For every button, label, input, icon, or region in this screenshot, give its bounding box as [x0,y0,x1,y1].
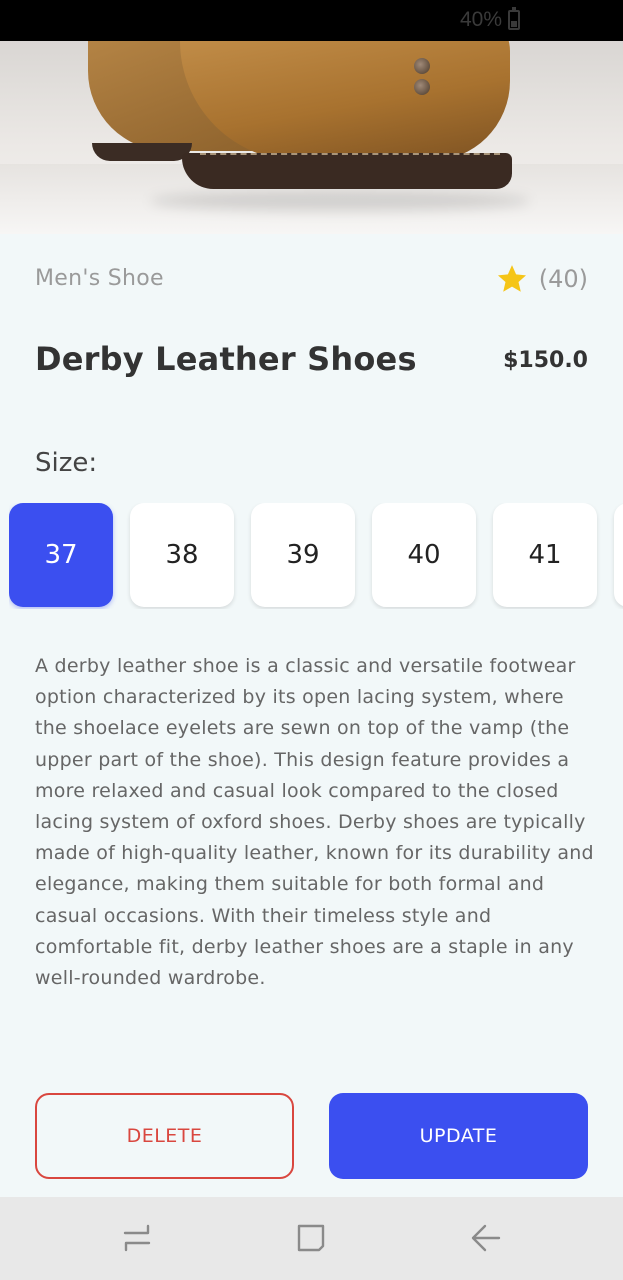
home-icon[interactable] [294,1221,328,1255]
size-option-next[interactable] [614,503,623,607]
system-navigation-bar [0,1197,623,1280]
rating-count: (40) [538,265,588,293]
size-selector: 37 38 39 40 41 [9,503,623,609]
size-option-41[interactable]: 41 [493,503,597,607]
product-description: A derby leather shoe is a classic and ve… [35,655,594,990]
battery-percentage: 40% [459,8,502,31]
product-price: $150.0 [503,348,588,373]
recent-apps-icon[interactable] [120,1221,154,1255]
product-title: Derby Leather Shoes [35,340,417,378]
size-label: Size: [35,448,98,478]
star-icon [497,265,526,292]
battery-icon [508,7,520,30]
size-option-38[interactable]: 38 [130,503,234,607]
update-button[interactable]: UPDATE [329,1093,588,1179]
delete-button[interactable]: DELETE [35,1093,294,1179]
battery-status: 40% [459,7,520,32]
size-option-37[interactable]: 37 [9,503,113,607]
size-option-40[interactable]: 40 [372,503,476,607]
size-option-39[interactable]: 39 [251,503,355,607]
status-bar: 40% [0,0,623,41]
product-rating: (40) [495,262,588,296]
product-category: Men's Shoe [35,266,164,291]
back-arrow-icon[interactable] [469,1221,503,1255]
product-image [0,41,623,234]
